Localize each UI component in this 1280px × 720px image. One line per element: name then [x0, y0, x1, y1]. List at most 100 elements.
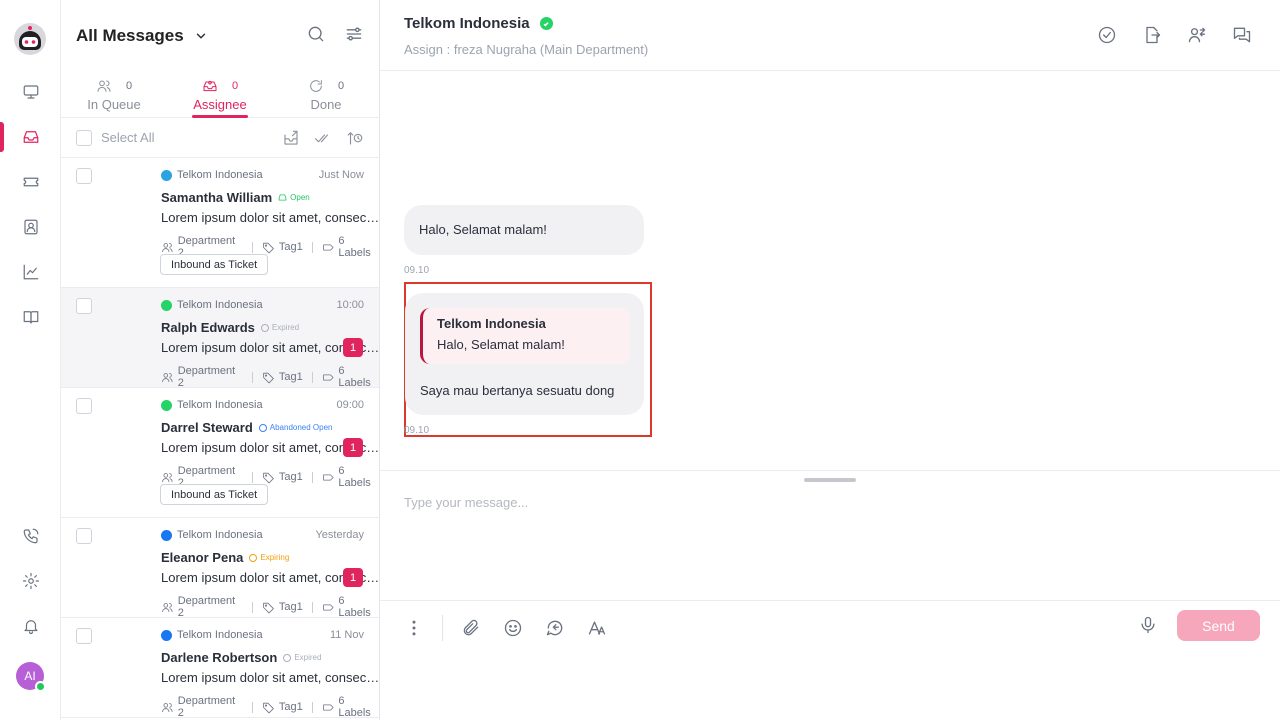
inbound-ticket-button[interactable]: Inbound as Ticket: [160, 254, 269, 275]
status-text: Open: [290, 193, 310, 202]
department-icon: [162, 372, 173, 382]
nav-dashboard[interactable]: [0, 77, 61, 107]
conversation-checkbox[interactable]: [76, 298, 92, 314]
conversation-item[interactable]: Telkom Indonesia 09:00 Darrel Steward Ab…: [61, 388, 381, 518]
message-composer: [380, 470, 1280, 600]
inbound-ticket-button[interactable]: Inbound as Ticket: [160, 484, 269, 505]
user-avatar[interactable]: AI: [16, 662, 46, 692]
transfer-user-icon[interactable]: [1187, 25, 1207, 45]
telegram-icon: [161, 169, 172, 181]
search-icon: [308, 26, 324, 41]
conversation-checkbox[interactable]: [76, 398, 92, 414]
tab-label: Assignee: [193, 97, 247, 112]
ticket-icon: [23, 177, 38, 187]
nav-reports[interactable]: [0, 257, 61, 287]
resolve-check-icon[interactable]: [1097, 25, 1117, 45]
users-icon: [97, 80, 111, 92]
send-button[interactable]: Send: [1177, 610, 1260, 641]
nav-tickets[interactable]: [0, 167, 61, 197]
nav-knowledge[interactable]: [0, 302, 61, 332]
chevron-down-icon[interactable]: [194, 29, 208, 43]
tab-count: 0: [337, 80, 345, 92]
conversation-item[interactable]: Telkom Indonesia 10:00 Ralph Edwards Exp…: [61, 288, 381, 389]
emoji-icon[interactable]: [503, 618, 523, 638]
nav-inbox[interactable]: [0, 122, 61, 152]
nav-calls[interactable]: [0, 521, 61, 551]
whatsapp-icon: [161, 299, 172, 311]
tag-label: Tag1: [278, 241, 303, 253]
conversation-item[interactable]: Telkom Indonesia Yesterday Eleanor Pena …: [61, 518, 381, 619]
tab-done[interactable]: 0 Done: [273, 72, 379, 117]
status-text: Abandoned Open: [269, 423, 333, 432]
message-text: Saya mau bertanya sesuatu dong: [420, 383, 615, 398]
message-input[interactable]: [404, 495, 1244, 510]
select-all-checkbox[interactable]: [76, 129, 92, 146]
conversation-item[interactable]: Telkom Indonesia Just Now Samantha Willi…: [61, 158, 381, 288]
department-label: Department 2: [177, 695, 236, 719]
conversation-checkbox[interactable]: [76, 528, 92, 544]
tab-assignee[interactable]: 0 Assignee: [167, 72, 273, 118]
department-icon: [162, 602, 173, 612]
resize-handle[interactable]: [804, 478, 856, 482]
contact-name: Samantha William: [161, 190, 273, 205]
inbox-title[interactable]: All Messages: [76, 26, 184, 46]
conversation-channel: Telkom Indonesia: [161, 299, 263, 311]
contact-name: Darrel Steward: [161, 420, 253, 435]
whatsapp-icon: [161, 399, 172, 411]
tag-label: Tag1: [278, 371, 303, 383]
text-format-icon[interactable]: [587, 618, 607, 638]
clock-icon: [260, 323, 269, 332]
search-button[interactable]: [306, 24, 326, 49]
status-text: Expired: [271, 323, 300, 332]
conversation-checkbox[interactable]: [76, 628, 92, 644]
chat-panel: Telkom Indonesia Assign : freza Nugraha …: [380, 0, 1280, 720]
left-rail: AI: [0, 0, 61, 720]
robot-logo[interactable]: [13, 22, 47, 56]
label-icon: [322, 703, 334, 711]
assign-out-icon[interactable]: [282, 129, 300, 147]
status-badge: Open: [278, 193, 310, 202]
channel-name: Telkom Indonesia: [177, 169, 263, 181]
status-text: Expired: [294, 653, 322, 662]
nav-contacts[interactable]: [0, 212, 61, 242]
tag-icon: [263, 472, 274, 483]
message-preview: Lorem ipsum dolor sit amet, consectetur: [161, 210, 381, 225]
tag-icon: [263, 242, 274, 253]
conversation-meta: Department 2 Tag1 6 Labels: [161, 365, 379, 389]
tag-label: Tag1: [278, 601, 303, 613]
monitor-icon: [23, 85, 38, 99]
inbox-icon: [23, 131, 38, 143]
reply-message-bubble: Telkom Indonesia Halo, Selamat malam! Sa…: [405, 293, 644, 415]
conversation-item[interactable]: Telkom Indonesia 11 Nov Darlene Robertso…: [61, 618, 381, 719]
list-header: All Messages: [61, 0, 379, 72]
channel-name: Telkom Indonesia: [177, 299, 263, 311]
sort-time-icon[interactable]: [346, 129, 364, 147]
contact-name: Ralph Edwards: [161, 320, 255, 335]
nav-notifications[interactable]: [0, 611, 61, 641]
label-icon: [322, 243, 334, 251]
nav-settings[interactable]: [0, 566, 61, 596]
double-check-icon[interactable]: [314, 129, 332, 147]
unread-badge: 1: [343, 338, 363, 357]
phone-icon: [23, 528, 38, 544]
chat-header: Telkom Indonesia Assign : freza Nugraha …: [380, 0, 1280, 71]
conversation-meta: Department 2 Tag1 6 Labels: [161, 595, 379, 619]
microphone-icon: [1141, 616, 1155, 634]
message-timestamp: 09.10: [404, 425, 430, 436]
paperclip-icon[interactable]: [461, 618, 481, 638]
export-file-icon[interactable]: [1142, 25, 1162, 45]
conversation-icon[interactable]: [1232, 25, 1252, 45]
filter-button[interactable]: [344, 24, 364, 49]
status-badge: Abandoned Open: [258, 423, 333, 432]
inbox-user-icon: [203, 80, 217, 92]
quoted-message[interactable]: Telkom Indonesia Halo, Selamat malam!: [420, 308, 630, 364]
select-all-label: Select All: [101, 130, 155, 145]
label-icon: [322, 373, 334, 381]
app-root: AI All Messages 0 In Queue 0 Assignee 0 …: [0, 0, 1280, 720]
voice-button[interactable]: [1138, 615, 1158, 640]
channel-name: Telkom Indonesia: [177, 529, 263, 541]
tab-in-queue[interactable]: 0 In Queue: [61, 72, 167, 117]
conversation-checkbox[interactable]: [76, 168, 92, 184]
more-vertical-icon[interactable]: [404, 618, 424, 638]
quick-reply-icon[interactable]: [545, 618, 565, 638]
